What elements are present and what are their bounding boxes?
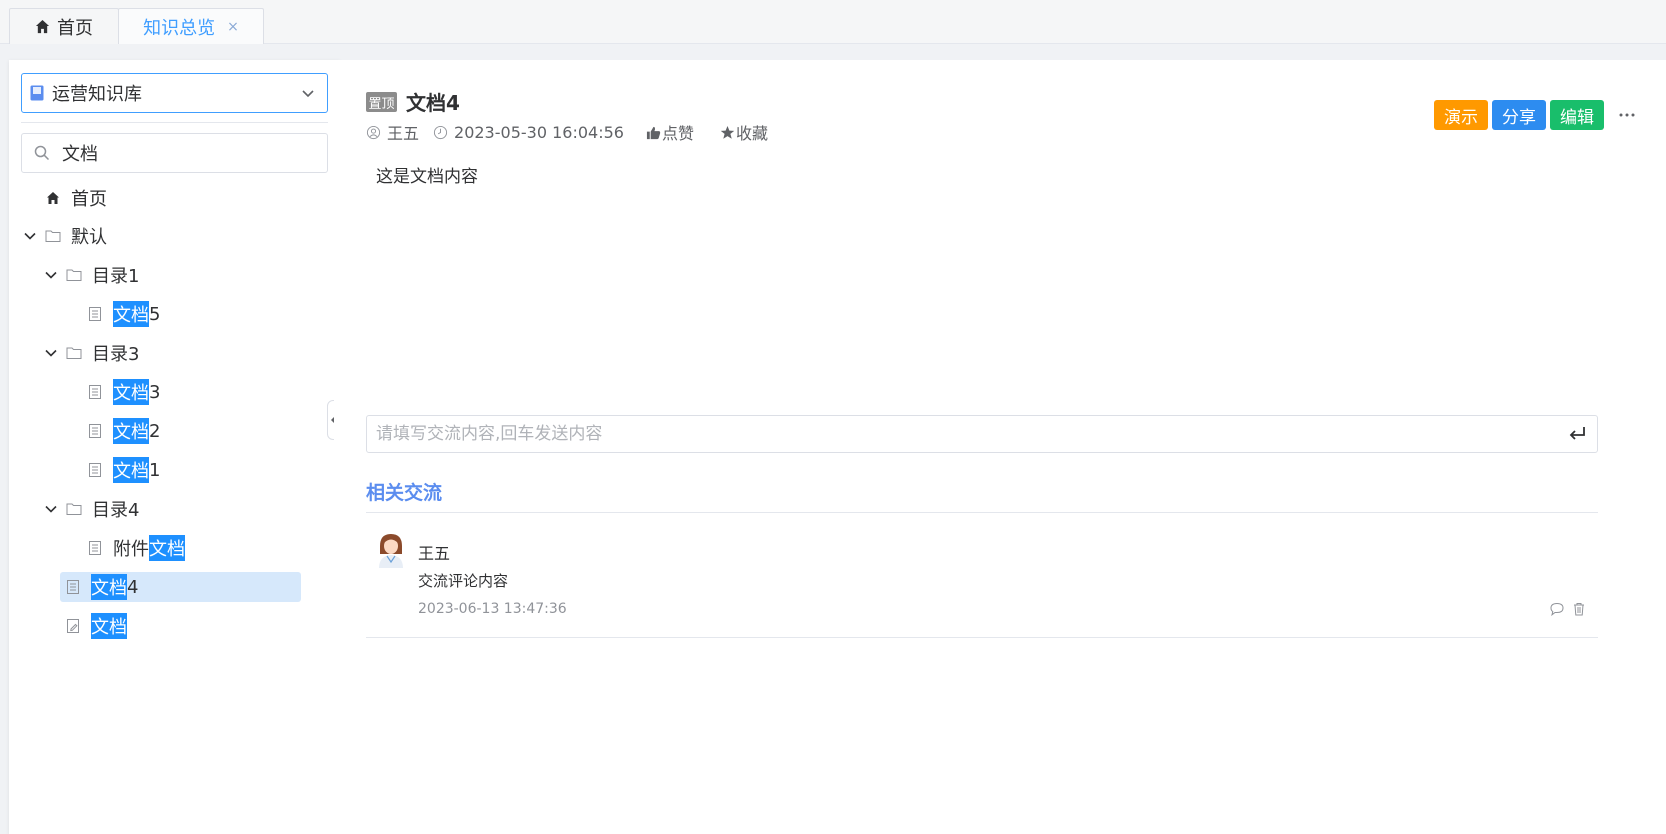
- tab-home[interactable]: 首页: [9, 8, 119, 44]
- divider: [366, 512, 1598, 513]
- chevron-down-icon: [302, 90, 314, 98]
- tree-node-label: 2: [149, 420, 161, 442]
- tree-node-home[interactable]: 首页: [45, 183, 107, 213]
- document-icon: [89, 541, 101, 555]
- document-icon: [89, 385, 101, 399]
- document-actions: 演示 分享 编辑: [1430, 100, 1636, 130]
- favorite-button[interactable]: 收藏: [720, 120, 768, 144]
- search-highlight: 文档: [91, 574, 127, 600]
- favorite-label: 收藏: [735, 124, 768, 143]
- chevron-down-icon[interactable]: [44, 346, 58, 360]
- clock-icon: [433, 125, 448, 139]
- comment-text: 交流评论内容: [418, 572, 509, 590]
- search-highlight: 文档: [91, 613, 127, 639]
- tree-node-label: 默认: [71, 227, 107, 248]
- tree-node-label: 5: [149, 303, 161, 325]
- document-view: 置顶 文档4 王五 2023-05-30 16:04:56 点赞 收藏 演示 分…: [334, 60, 1666, 834]
- tree-node-doc5[interactable]: 文档 5: [87, 299, 160, 329]
- tree-node-label: 附件: [113, 539, 149, 560]
- pinned-badge: 置顶: [366, 92, 397, 112]
- reply-icon[interactable]: [1550, 602, 1564, 616]
- search-icon: [34, 145, 50, 161]
- tab-knowledge-overview[interactable]: 知识总览 ×: [118, 8, 264, 44]
- comment-user: 王五: [418, 544, 451, 563]
- tree-node-doc3[interactable]: 文档 3: [87, 377, 160, 407]
- chevron-down-icon[interactable]: [23, 229, 37, 243]
- document-icon: [89, 463, 101, 477]
- present-button[interactable]: 演示: [1434, 100, 1488, 130]
- edit-document-icon: [67, 619, 79, 633]
- book-icon: [30, 85, 44, 101]
- tree-node-doc1[interactable]: 文档 1: [87, 455, 160, 485]
- comment-time: 2023-06-13 13:47:36: [418, 601, 567, 617]
- home-icon: [35, 19, 50, 34]
- comment-item: 王五 交流评论内容 2023-06-13 13:47:36: [366, 530, 1598, 638]
- more-icon[interactable]: [1618, 106, 1636, 124]
- tree-node-dir3[interactable]: 目录3: [44, 338, 139, 368]
- comment-input[interactable]: [376, 424, 1536, 444]
- tab-bar: 首页 知识总览 ×: [0, 0, 1666, 44]
- tree-node-attachment-doc[interactable]: 附件 文档: [87, 533, 185, 563]
- document-title: 文档4: [406, 91, 460, 115]
- folder-icon: [66, 503, 82, 515]
- tree-node-label: 4: [127, 576, 139, 598]
- tree-node-dir1[interactable]: 目录1: [44, 260, 139, 290]
- tree-search[interactable]: [21, 133, 328, 173]
- tree-node-doc4[interactable]: 文档 4: [60, 572, 301, 602]
- search-highlight: 文档: [113, 301, 149, 327]
- comment-input-box[interactable]: [366, 415, 1598, 453]
- folder-icon: [66, 347, 82, 359]
- folder-icon: [45, 230, 61, 242]
- tab-knowledge-overview-label: 知识总览: [143, 17, 216, 39]
- tree-node-label: 目录4: [92, 500, 140, 521]
- knowledge-base-select[interactable]: 运营知识库: [21, 73, 328, 113]
- document-icon: [67, 580, 79, 594]
- like-button[interactable]: 点赞: [646, 120, 694, 144]
- created-time-value: 2023-05-30 16:04:56: [454, 122, 624, 142]
- author-name: 王五: [387, 124, 420, 143]
- tab-home-label: 首页: [57, 17, 93, 39]
- document-meta: 王五 2023-05-30 16:04:56 点赞 收藏: [366, 120, 782, 144]
- folder-icon: [66, 269, 82, 281]
- created-time: 2023-05-30 16:04:56: [433, 123, 624, 142]
- share-button[interactable]: 分享: [1492, 100, 1546, 130]
- tree-node-doc[interactable]: 文档: [65, 611, 127, 641]
- search-highlight: 文档: [113, 379, 149, 405]
- tree-node-label: 3: [149, 381, 161, 403]
- chevron-down-icon[interactable]: [44, 502, 58, 516]
- close-icon[interactable]: ×: [227, 19, 239, 35]
- home-icon: [47, 192, 59, 204]
- related-comments-title: 相关交流: [366, 482, 443, 504]
- divider: [21, 122, 328, 123]
- tree-node-dir4[interactable]: 目录4: [44, 494, 139, 524]
- author: 王五: [366, 120, 419, 144]
- tree-node-label: 目录3: [92, 344, 140, 365]
- search-highlight: 文档: [113, 457, 149, 483]
- avatar: [379, 534, 403, 568]
- tree-node-label: 首页: [71, 189, 107, 210]
- document-content: 这是文档内容: [376, 167, 478, 187]
- like-label: 点赞: [661, 124, 694, 143]
- tree-node-label: 1: [149, 459, 161, 481]
- edit-button[interactable]: 编辑: [1550, 100, 1604, 130]
- chevron-down-icon[interactable]: [44, 268, 58, 282]
- knowledge-base-value: 运营知识库: [52, 84, 142, 105]
- tree-node-doc2[interactable]: 文档 2: [87, 416, 160, 446]
- document-icon: [89, 307, 101, 321]
- tree-node-label: 目录1: [92, 266, 140, 287]
- comment-actions: [1542, 602, 1586, 616]
- search-highlight: 文档: [149, 535, 185, 561]
- user-icon: [366, 125, 381, 139]
- search-highlight: 文档: [113, 418, 149, 444]
- document-icon: [89, 424, 101, 438]
- search-input[interactable]: [62, 142, 302, 164]
- tree-node-default[interactable]: 默认: [23, 221, 107, 251]
- thumbs-up-icon: [646, 126, 661, 139]
- sidebar: 运营知识库 首页 默认 目录1 文档5: [9, 60, 340, 834]
- enter-icon[interactable]: [1567, 425, 1587, 443]
- star-icon: [720, 125, 735, 139]
- delete-icon[interactable]: [1572, 602, 1586, 616]
